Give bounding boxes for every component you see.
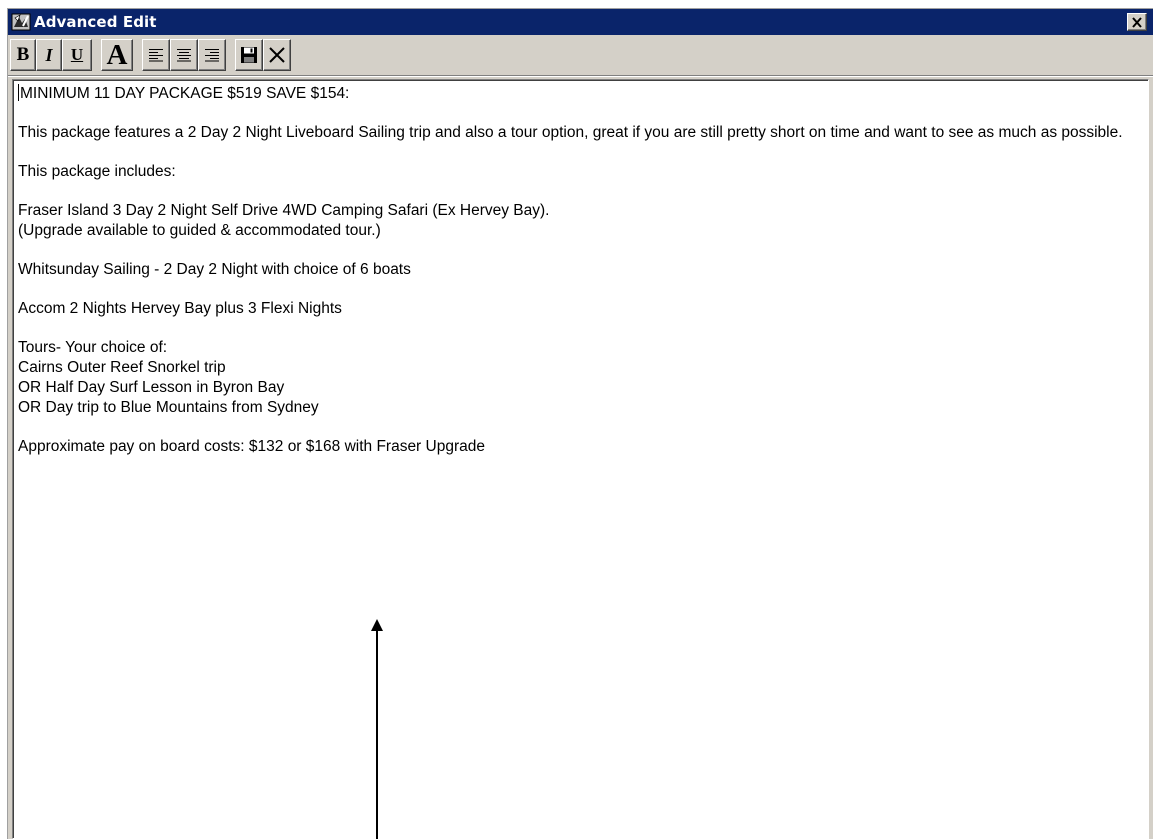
font-group: A: [101, 39, 133, 71]
window-title: Advanced Edit: [34, 13, 157, 31]
text-line-content: (Upgrade available to guided & accommoda…: [18, 222, 381, 239]
align-right-button[interactable]: [198, 39, 226, 71]
text-line: Cairns Outer Reef Snorkel trip: [18, 358, 1143, 378]
toolbar: B I U A: [8, 35, 1153, 76]
advanced-edit-window: Advanced Edit B I U A MINIMUM 11 DAY PAC…: [7, 8, 1153, 839]
text-line-content: Tours- Your choice of:: [18, 339, 168, 356]
text-line: OR Half Day Surf Lesson in Byron Bay: [18, 378, 1143, 398]
text-line-content: Fraser Island 3 Day 2 Night Self Drive 4…: [18, 202, 550, 219]
align-center-icon: [177, 49, 191, 62]
align-right-icon: [205, 49, 219, 62]
cancel-button[interactable]: [263, 39, 291, 71]
text-line: Whitsunday Sailing - 2 Day 2 Night with …: [18, 260, 1143, 280]
arrow-up-icon: [371, 619, 383, 839]
text-line-content: OR Half Day Surf Lesson in Byron Bay: [18, 379, 285, 396]
text-line: MINIMUM 11 DAY PACKAGE $519 SAVE $154:: [18, 84, 1143, 104]
text-line: Tours- Your choice of:: [18, 338, 1143, 358]
text-line: (Upgrade available to guided & accommoda…: [18, 221, 1143, 241]
text-line: OR Day trip to Blue Mountains from Sydne…: [18, 398, 1143, 418]
cancel-icon: [269, 47, 285, 63]
text-line-content: Whitsunday Sailing - 2 Day 2 Night with …: [18, 261, 411, 278]
align-left-button[interactable]: [142, 39, 170, 71]
text-line-content: Accom 2 Nights Hervey Bay plus 3 Flexi N…: [18, 300, 342, 317]
underline-button[interactable]: U: [62, 39, 92, 71]
save-button[interactable]: [235, 39, 263, 71]
close-button[interactable]: [1127, 13, 1147, 31]
text-line-content: This package features a 2 Day 2 Night Li…: [18, 124, 1123, 141]
editor-textarea[interactable]: MINIMUM 11 DAY PACKAGE $519 SAVE $154: Th…: [12, 79, 1149, 839]
text-line-content: Cairns Outer Reef Snorkel trip: [18, 359, 226, 376]
title-bar[interactable]: Advanced Edit: [8, 9, 1153, 35]
file-group: [235, 39, 291, 71]
app-icon: [11, 12, 31, 32]
text-line: This package includes:: [18, 162, 1143, 182]
align-group: [142, 39, 226, 71]
text-line-content: This package includes:: [18, 163, 176, 180]
text-line: Fraser Island 3 Day 2 Night Self Drive 4…: [18, 201, 1143, 221]
text-line-content: Approximate pay on board costs: $132 or …: [18, 438, 485, 455]
italic-button[interactable]: I: [36, 39, 62, 71]
text-line: Approximate pay on board costs: $132 or …: [18, 437, 1143, 457]
font-button[interactable]: A: [101, 39, 133, 71]
bold-button[interactable]: B: [10, 39, 36, 71]
text-line: Accom 2 Nights Hervey Bay plus 3 Flexi N…: [18, 299, 1143, 319]
text-line-content: OR Day trip to Blue Mountains from Sydne…: [18, 399, 319, 416]
format-group: B I U: [10, 39, 92, 71]
save-icon: [241, 47, 257, 63]
text-caret: [18, 84, 19, 101]
text-line: This package features a 2 Day 2 Night Li…: [18, 123, 1143, 143]
align-left-icon: [149, 49, 163, 62]
align-center-button[interactable]: [170, 39, 198, 71]
text-line-content: MINIMUM 11 DAY PACKAGE $519 SAVE $154:: [20, 85, 350, 102]
close-icon: [1132, 16, 1142, 28]
